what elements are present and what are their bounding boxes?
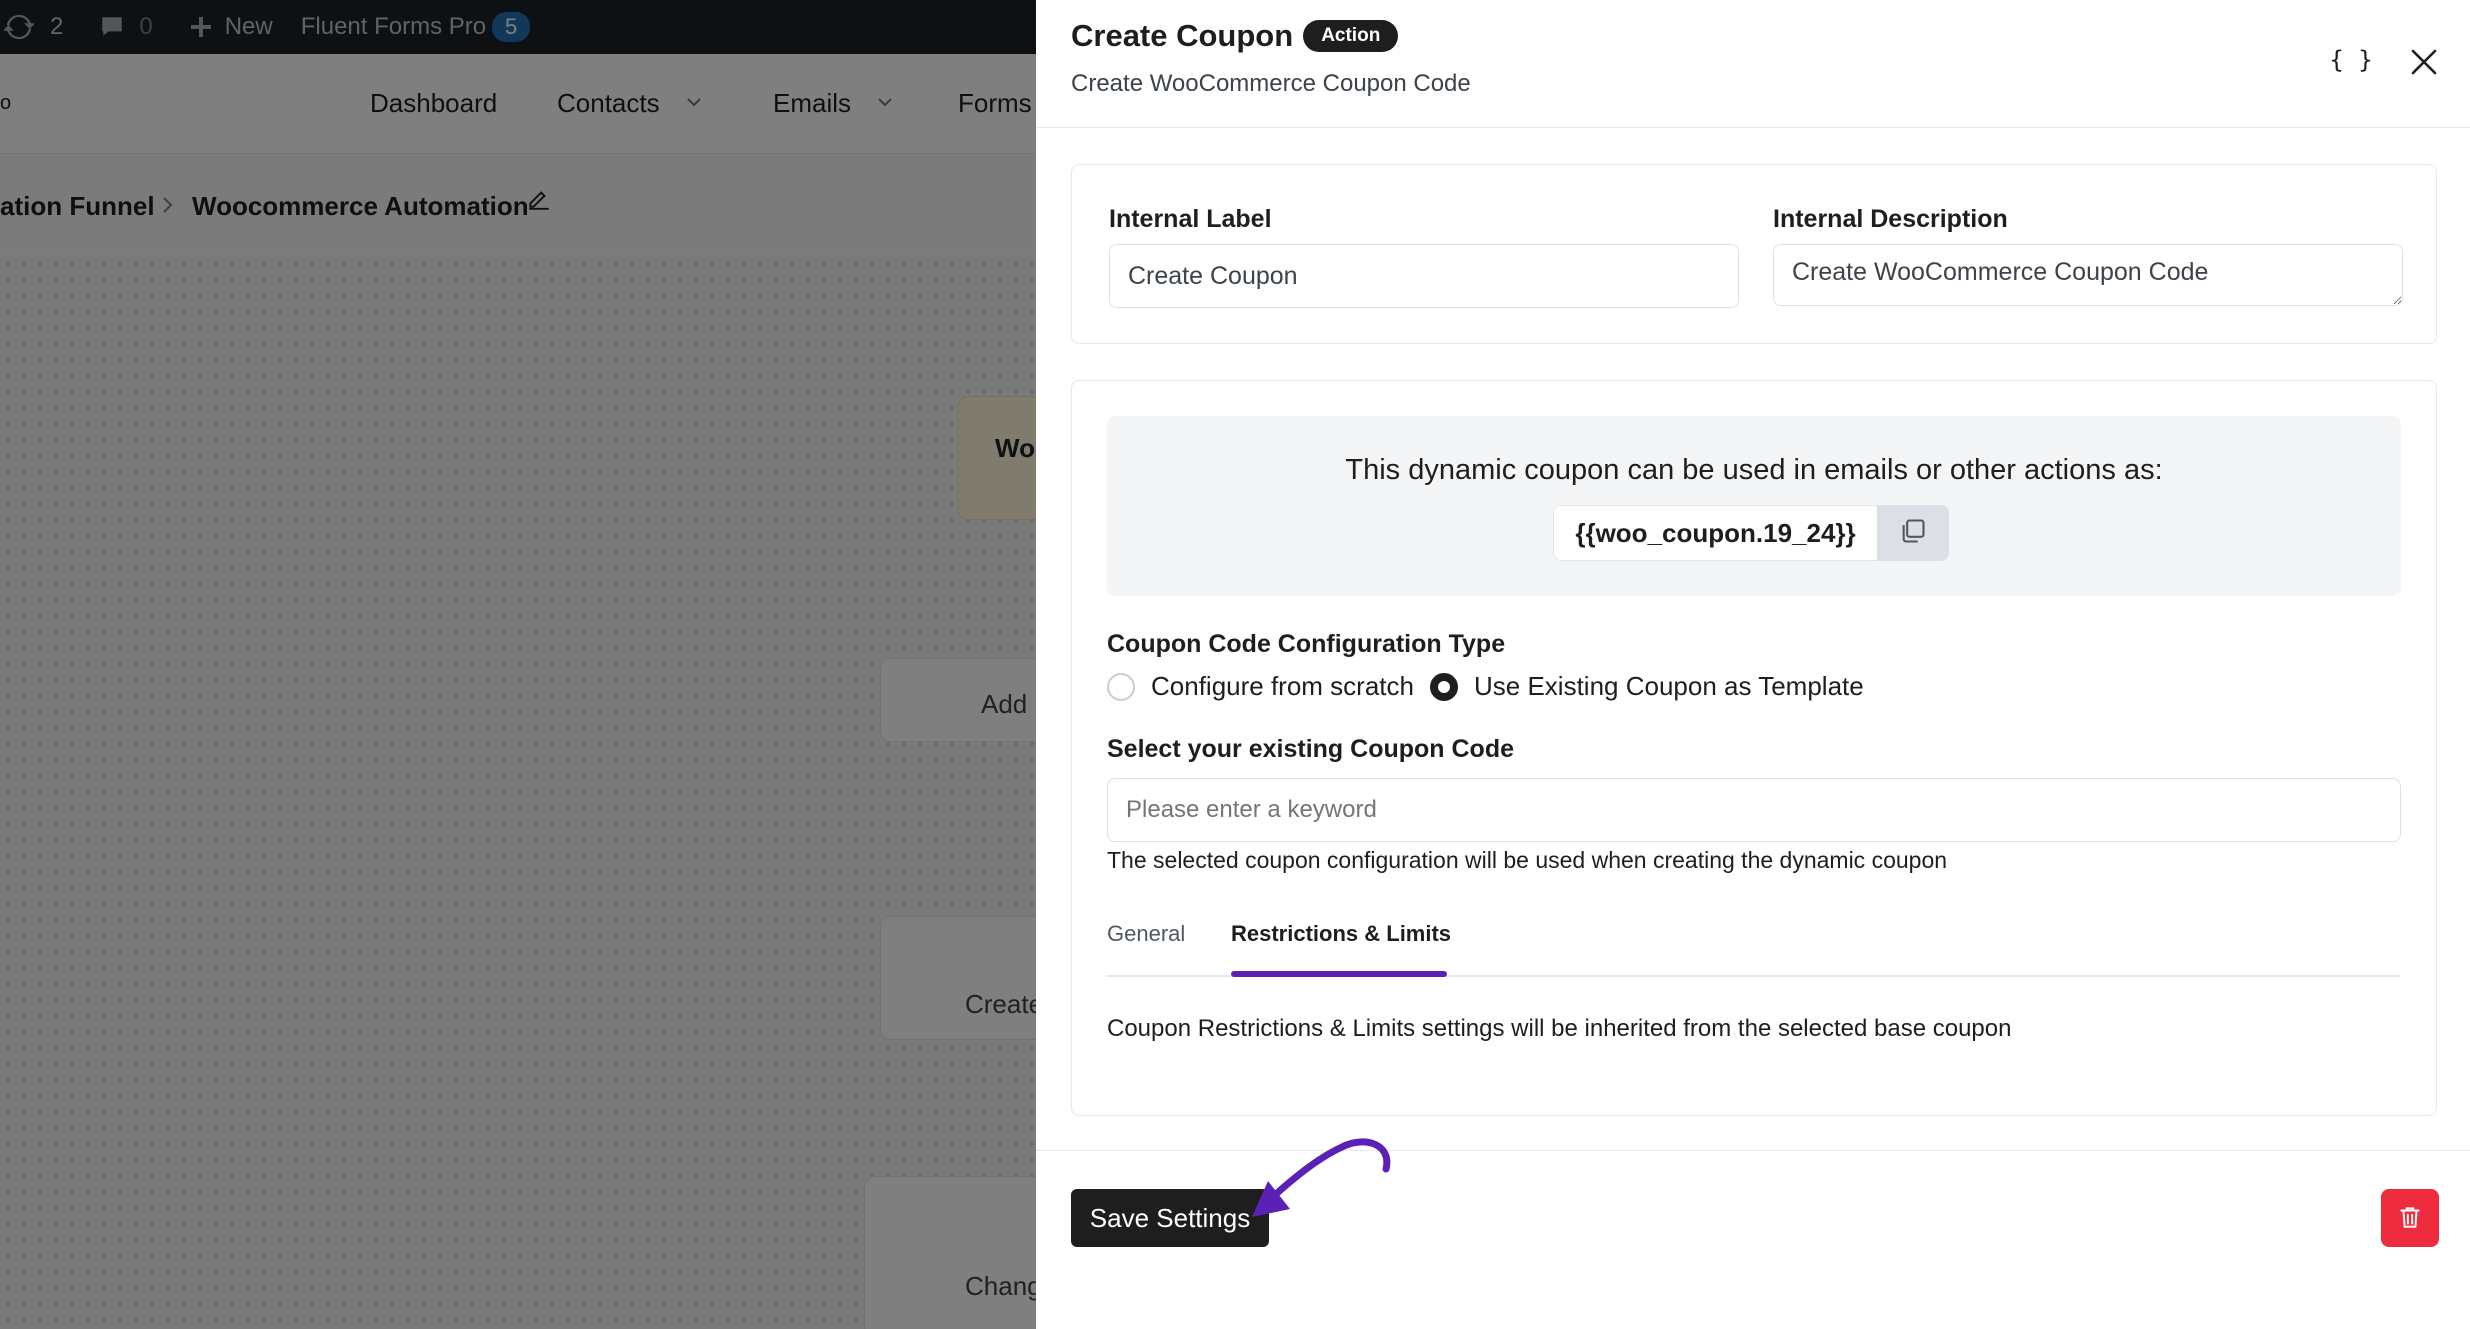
radio-use-existing-coupon[interactable] bbox=[1429, 672, 1458, 701]
delete-button[interactable] bbox=[2381, 1189, 2439, 1247]
internal-description-title: Internal Description bbox=[1773, 205, 2008, 233]
coupon-config-card: This dynamic coupon can be used in email… bbox=[1071, 380, 2437, 1116]
drawer-subtitle: Create WooCommerce Coupon Code bbox=[1071, 70, 1471, 97]
coupon-search-input[interactable] bbox=[1107, 778, 2401, 842]
restrictions-note: Coupon Restrictions & Limits settings wi… bbox=[1107, 1015, 2012, 1042]
radio-configure-from-scratch[interactable] bbox=[1107, 672, 1135, 701]
background-app: 2 0 New Fluent Forms Pro 5 o Dashboard C… bbox=[0, 0, 1036, 1329]
existing-coupon-help-text: The selected coupon configuration will b… bbox=[1107, 847, 1948, 873]
coupon-smartcode[interactable]: {{woo_coupon.19_24}} bbox=[1553, 505, 1877, 561]
drawer-header: Create Coupon Action Create WooCommerce … bbox=[1036, 0, 2470, 128]
radio-configure-from-scratch-label[interactable]: Configure from scratch bbox=[1151, 671, 1414, 702]
internal-label-input[interactable] bbox=[1109, 244, 1739, 308]
coupon-settings-tabs: General Restrictions & Limits bbox=[1107, 921, 2401, 977]
action-badge: Action bbox=[1303, 20, 1399, 52]
internal-label-title: Internal Label bbox=[1109, 205, 1272, 233]
internal-description-textarea[interactable]: Create WooCommerce Coupon Code bbox=[1773, 244, 2403, 306]
save-settings-button[interactable]: Save Settings bbox=[1071, 1189, 1269, 1247]
code-braces-icon[interactable]: { } bbox=[2326, 40, 2376, 80]
dynamic-coupon-info-text: This dynamic coupon can be used in email… bbox=[1345, 454, 2163, 486]
tab-general[interactable]: General bbox=[1107, 921, 1185, 961]
label-settings-card: Internal Label Internal Description Crea… bbox=[1071, 164, 2437, 344]
modal-overlay[interactable] bbox=[0, 0, 1036, 1329]
smartcode-group: {{woo_coupon.19_24}} bbox=[1553, 505, 1949, 561]
trash-icon bbox=[2397, 1204, 2423, 1233]
drawer-title-text: Create Coupon bbox=[1071, 18, 1294, 53]
config-type-label: Coupon Code Configuration Type bbox=[1107, 630, 1506, 658]
copy-icon bbox=[1899, 517, 1927, 550]
close-icon[interactable] bbox=[2400, 38, 2448, 86]
active-tab-indicator bbox=[1231, 971, 1447, 977]
create-coupon-drawer: Create Coupon Action Create WooCommerce … bbox=[1036, 0, 2470, 1329]
drawer-title: Create Coupon Action bbox=[1071, 18, 1399, 54]
arrow-annotation-icon bbox=[1252, 1138, 1391, 1217]
tab-restrictions-limits[interactable]: Restrictions & Limits bbox=[1231, 921, 1451, 961]
copy-button[interactable] bbox=[1877, 505, 1949, 561]
existing-coupon-label: Select your existing Coupon Code bbox=[1107, 735, 1514, 763]
drawer-footer: Save Settings bbox=[1036, 1138, 2470, 1329]
config-type-radio-group: Configure from scratch Use Existing Coup… bbox=[1107, 671, 1880, 702]
dynamic-coupon-info-box: This dynamic coupon can be used in email… bbox=[1107, 416, 2401, 596]
radio-use-existing-coupon-label[interactable]: Use Existing Coupon as Template bbox=[1474, 671, 1864, 702]
